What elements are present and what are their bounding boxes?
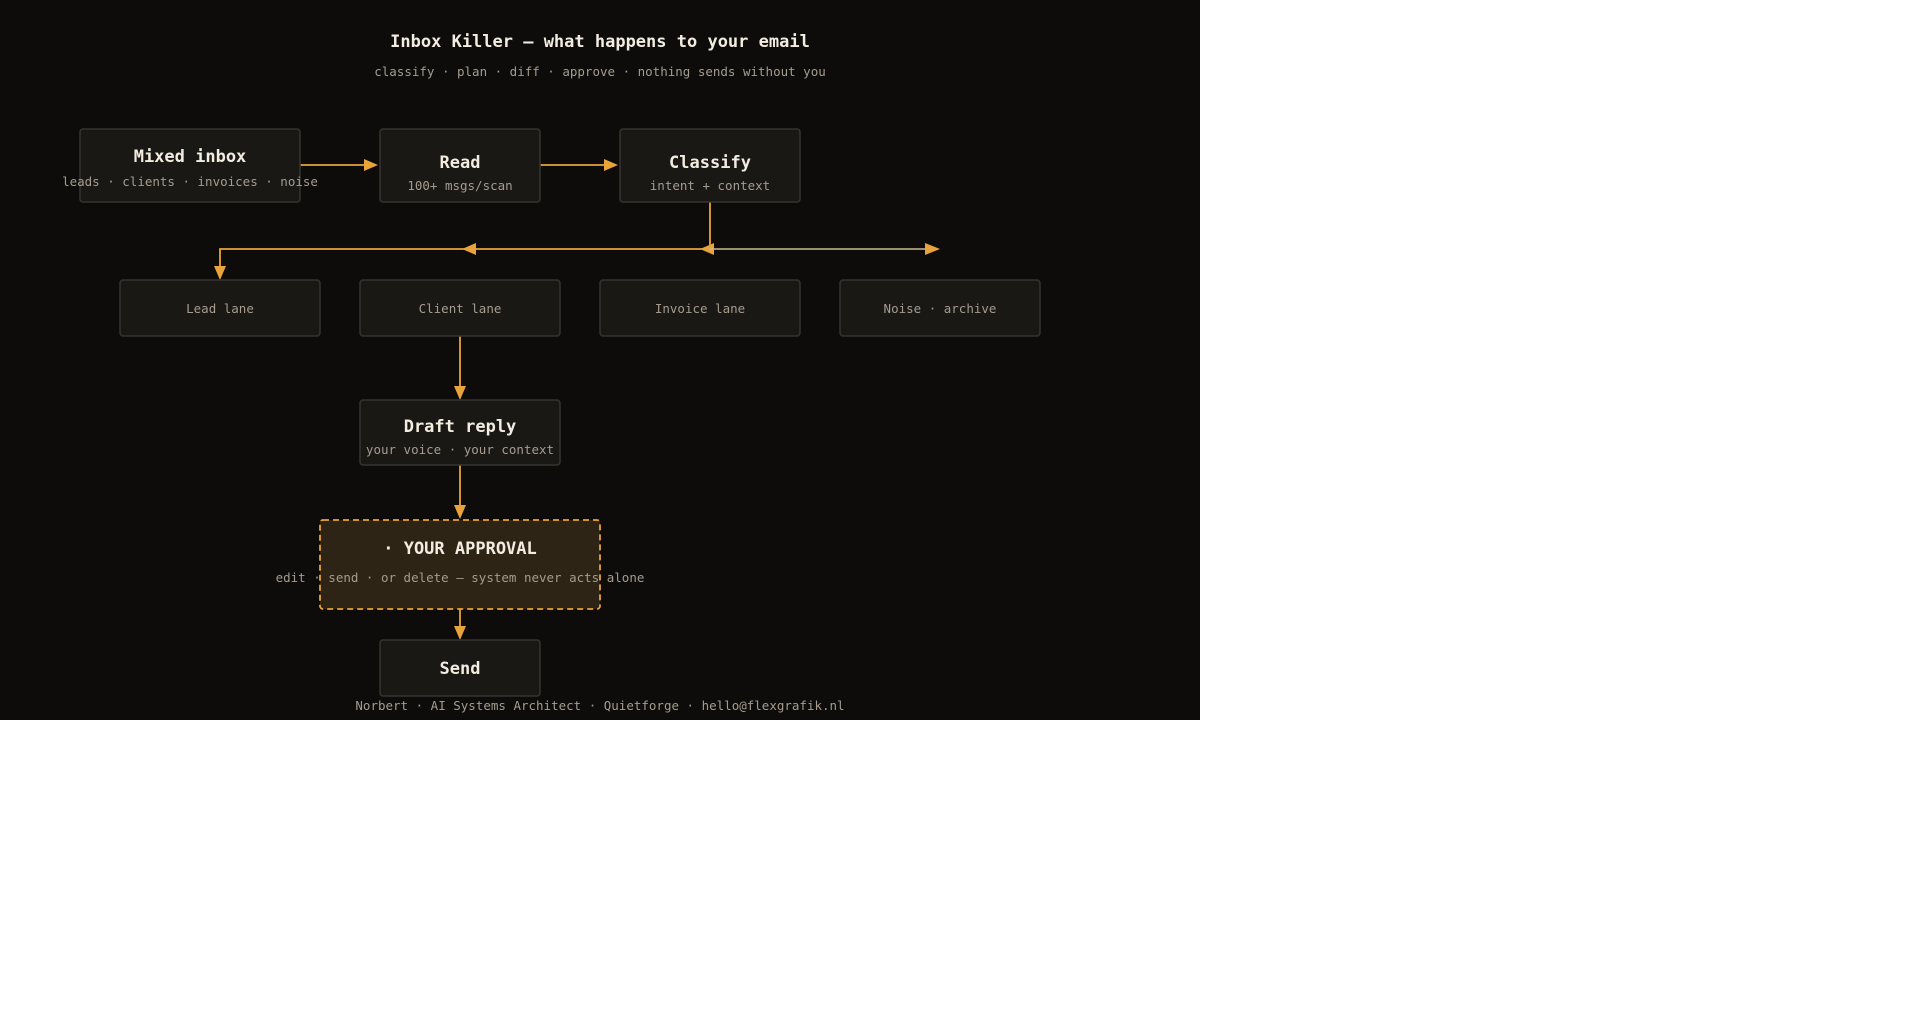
node-read-sub: 100+ msgs/scan [407,178,512,193]
node-classify-label: Classify [669,153,751,173]
node-lead-lane: Lead lane [119,279,321,337]
node-mixed-inbox-sub: leads · clients · invoices · noise [62,174,318,189]
node-lead-lane-label: Lead lane [186,301,254,316]
edge-client-to-draft [454,336,466,400]
edge-draft-to-approval [454,465,466,519]
node-draft-reply: Draft reply your voice · your context [359,399,561,466]
node-read-label: Read [440,153,481,173]
node-invoice-lane-label: Invoice lane [655,301,745,316]
node-send: Send [379,639,541,697]
node-draft-reply-label: Draft reply [404,417,517,437]
diagram-title: Inbox Killer — what happens to your emai… [390,32,810,52]
node-read: Read 100+ msgs/scan [379,128,541,203]
flow-diagram: Inbox Killer — what happens to your emai… [62,32,1041,713]
edge-approval-to-send [454,609,466,640]
node-noise-lane: Noise · archive [839,279,1041,337]
node-draft-reply-sub: your voice · your context [366,442,554,457]
node-send-label: Send [440,659,481,679]
diagram-canvas: Inbox Killer — what happens to your emai… [0,0,1200,720]
node-mixed-inbox: Mixed inbox leads · clients · invoices ·… [62,128,318,203]
footer-credit: Norbert · AI Systems Architect · Quietfo… [355,698,844,713]
node-mixed-inbox-label: Mixed inbox [134,147,247,167]
edge-branch-right [710,243,940,255]
node-classify: Classify intent + context [619,128,801,203]
edge-read-to-classify [540,159,618,171]
node-classify-sub: intent + context [650,178,770,193]
diagram-subtitle: classify · plan · diff · approve · nothi… [374,64,826,79]
node-approval: · YOUR APPROVAL edit · send · or delete … [276,519,645,610]
edge-inbox-to-read [300,159,378,171]
node-client-lane-label: Client lane [419,301,502,316]
edge-branch-to-lead-lane [214,243,714,280]
node-invoice-lane: Invoice lane [599,279,801,337]
node-client-lane: Client lane [359,279,561,337]
node-approval-label: · YOUR APPROVAL [383,539,537,559]
node-approval-sub: edit · send · or delete — system never a… [276,570,645,585]
node-noise-lane-label: Noise · archive [884,301,997,316]
